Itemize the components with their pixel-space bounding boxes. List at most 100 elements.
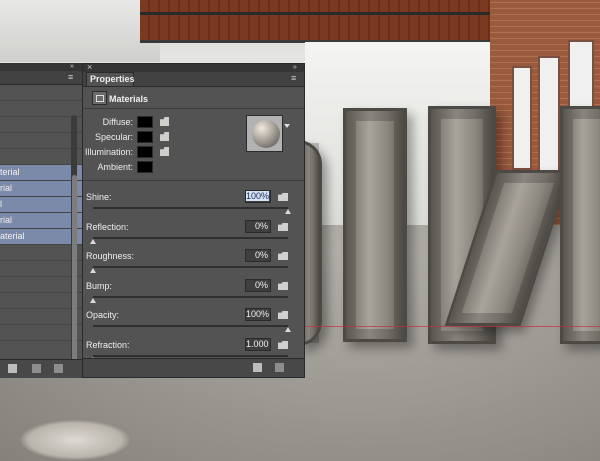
list-item[interactable]: l <box>0 197 82 213</box>
property-slider[interactable] <box>93 296 288 298</box>
list-item[interactable] <box>0 117 82 133</box>
property-value: 0% <box>254 250 268 260</box>
trash-icon[interactable] <box>275 363 284 372</box>
property-value-input[interactable]: 100% <box>245 308 271 321</box>
list-item-label: rial <box>0 215 13 225</box>
folder-icon[interactable] <box>278 311 288 319</box>
list-item[interactable]: terial <box>0 165 82 181</box>
slider-handle[interactable] <box>90 268 96 273</box>
collapse-icon[interactable]: » <box>70 63 74 70</box>
color-swatch[interactable] <box>137 161 153 173</box>
slider-handle[interactable] <box>90 239 96 244</box>
list-item-label: rial <box>0 183 13 193</box>
panel-tab-bar: Properties ≡ <box>83 72 304 87</box>
property-value: 0% <box>254 221 268 231</box>
folder-icon[interactable] <box>278 193 288 201</box>
properties-panel: × » Properties ≡ Materials Diffuse: Specu… <box>82 63 305 378</box>
property-value-input[interactable]: 0% <box>245 249 271 262</box>
property-value-input[interactable]: 0% <box>245 220 271 233</box>
property-label: Shine: <box>86 192 112 202</box>
link-icon[interactable] <box>32 364 41 373</box>
close-icon[interactable]: × <box>87 63 92 72</box>
panel-menu-icon[interactable]: ≡ <box>68 73 73 82</box>
wall-window <box>512 66 532 170</box>
list-item[interactable] <box>0 325 82 341</box>
divider <box>83 180 304 181</box>
property-slider[interactable] <box>93 266 288 268</box>
property-slider[interactable] <box>93 355 288 357</box>
property-value: 100% <box>246 191 270 201</box>
rubble-pile <box>20 420 130 460</box>
property-label: Reflection: <box>86 222 129 232</box>
property-value: 0% <box>254 280 268 290</box>
list-item-label: terial <box>0 167 20 177</box>
property-slider[interactable] <box>93 237 288 239</box>
chevron-down-icon[interactable] <box>284 124 290 128</box>
list-item[interactable] <box>0 85 82 101</box>
panel-tab-bar: ≡ <box>0 71 82 85</box>
list-item[interactable] <box>0 309 82 325</box>
folder-icon[interactable] <box>278 282 288 290</box>
property-value-input[interactable]: 100% <box>245 190 271 203</box>
swatch-label: Specular: <box>94 132 133 142</box>
slider-handle[interactable] <box>285 327 291 332</box>
list-item-label: l <box>0 199 2 209</box>
slider-handle[interactable] <box>90 298 96 303</box>
swatch-label: Ambient: <box>97 162 133 172</box>
property-value: 1.000 <box>246 339 269 349</box>
swatch-label: Illumination: <box>84 147 133 157</box>
color-swatch[interactable] <box>137 116 153 128</box>
property-label: Refraction: <box>86 340 130 350</box>
list-item[interactable] <box>0 101 82 117</box>
wall-window <box>538 56 560 175</box>
color-swatch[interactable] <box>137 131 153 143</box>
section-title: Materials <box>109 94 149 104</box>
scene-list: terial rial l rial aterial <box>0 85 82 341</box>
property-label: Opacity: <box>86 310 120 320</box>
property-value-input[interactable]: 0% <box>245 279 271 292</box>
collapse-icon[interactable]: » <box>293 64 297 71</box>
property-slider[interactable] <box>93 325 288 327</box>
scene-panel: » ≡ terial rial l rial aterial <box>0 63 83 378</box>
slider-handle[interactable] <box>285 209 291 214</box>
swatch-label: Diffuse: <box>102 117 133 127</box>
panel-footer <box>83 358 304 377</box>
list-item[interactable] <box>0 245 82 261</box>
property-label: Roughness: <box>86 251 135 261</box>
new-item-icon[interactable] <box>8 364 17 373</box>
texture-folder-icon[interactable] <box>160 147 169 156</box>
property-value: 100% <box>246 309 270 319</box>
divider <box>83 108 304 109</box>
material-sphere <box>252 120 280 148</box>
list-item[interactable]: aterial <box>0 229 82 245</box>
materials-icon <box>92 91 107 105</box>
list-item[interactable]: rial <box>0 213 82 229</box>
list-item[interactable] <box>0 133 82 149</box>
property-value-input[interactable]: 1.000 <box>245 338 271 351</box>
list-item[interactable]: rial <box>0 181 82 197</box>
list-item-label: aterial <box>0 231 25 241</box>
tab-properties[interactable]: Properties <box>86 72 135 86</box>
3d-letter-n-right-stroke[interactable] <box>560 106 600 344</box>
texture-folder-icon[interactable] <box>160 117 169 126</box>
reset-icon[interactable] <box>253 363 262 372</box>
folder-icon[interactable] <box>278 223 288 231</box>
3d-letter-i[interactable] <box>343 108 407 342</box>
scrollbar-thumb[interactable] <box>72 175 77 375</box>
panel-footer <box>0 359 82 378</box>
folder-icon[interactable] <box>278 252 288 260</box>
list-item[interactable] <box>0 293 82 309</box>
list-item[interactable] <box>0 261 82 277</box>
property-slider[interactable] <box>93 207 288 209</box>
folder-icon[interactable] <box>278 341 288 349</box>
trash-icon[interactable] <box>54 364 63 373</box>
list-item[interactable] <box>0 149 82 165</box>
panel-header-bar: × » <box>83 63 304 72</box>
property-label: Bump: <box>86 281 113 291</box>
texture-folder-icon[interactable] <box>160 132 169 141</box>
panel-menu-icon[interactable]: ≡ <box>291 74 296 83</box>
color-swatch[interactable] <box>137 146 153 158</box>
material-preview[interactable] <box>246 115 283 152</box>
list-item[interactable] <box>0 277 82 293</box>
ground-plane-line <box>305 326 600 327</box>
